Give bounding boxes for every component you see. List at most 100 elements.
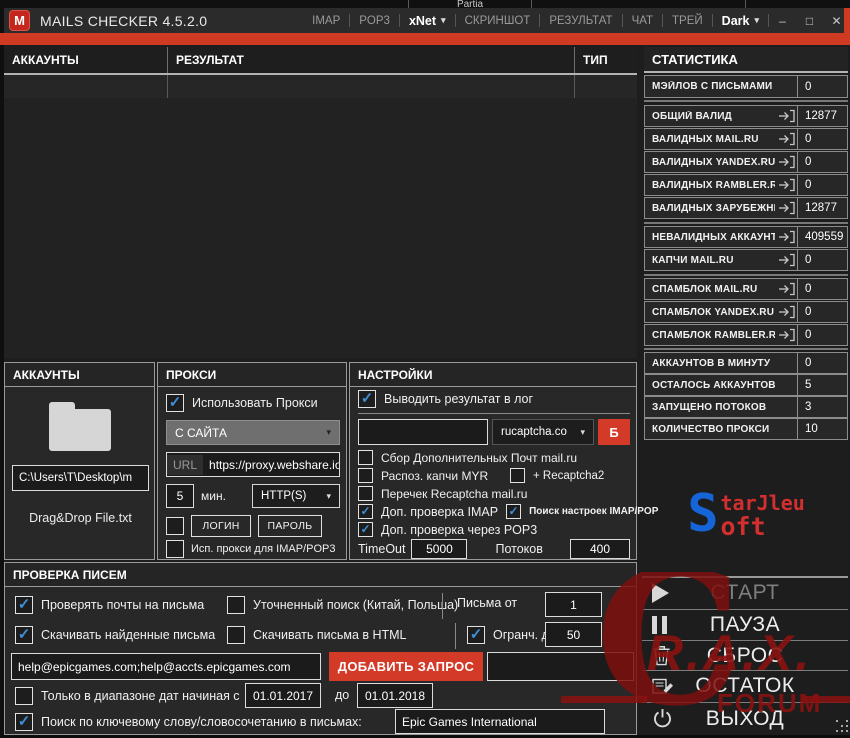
- menu-screenshot[interactable]: СКРИНШОТ: [456, 15, 540, 27]
- log-output-checkbox[interactable]: ✓: [358, 390, 376, 408]
- export-arrow-icon[interactable]: [775, 178, 797, 192]
- imap-check-label: Доп. проверка IMAP: [381, 505, 498, 519]
- use-proxy-checkbox[interactable]: ✓: [166, 394, 184, 412]
- pause-icon: [652, 616, 667, 634]
- column-header-result[interactable]: РЕЗУЛЬТАТ: [168, 47, 575, 73]
- menu-xnet-dropdown[interactable]: xNet ▾: [400, 14, 455, 28]
- remainder-button[interactable]: ОСТАТОК: [642, 671, 848, 701]
- start-button[interactable]: СТАРТ: [642, 578, 848, 608]
- logo-letter-s: S: [687, 492, 718, 536]
- timeout-field[interactable]: [411, 539, 467, 559]
- export-arrow-icon[interactable]: [775, 305, 797, 319]
- menu-imap[interactable]: IMAP: [303, 15, 349, 27]
- theme-selector-dropdown[interactable]: Dark ▾: [713, 14, 768, 28]
- stats-group-separator: [644, 274, 848, 276]
- menu-chat[interactable]: ЧАТ: [623, 15, 662, 27]
- proxy-auth-checkbox[interactable]: ✓: [166, 517, 184, 535]
- proxy-for-imap-label: Исп. прокси для IMAP/POP3: [191, 543, 335, 555]
- stat-row-valid-mailru: ВАЛИДНЫХ MAIL.RU 0: [644, 128, 848, 150]
- menu-result[interactable]: РЕЗУЛЬТАТ: [540, 15, 621, 27]
- export-arrow-icon[interactable]: [775, 201, 797, 215]
- recaptcha2-checkbox[interactable]: ✓: [510, 468, 525, 483]
- letters-from-field[interactable]: [545, 592, 602, 617]
- proxy-for-imap-checkbox[interactable]: ✓: [166, 540, 184, 558]
- keyword-search-checkbox[interactable]: ✓: [15, 713, 33, 731]
- proxy-type-dropdown[interactable]: HTTP(S) ▾: [252, 484, 340, 508]
- export-arrow-icon[interactable]: [775, 253, 797, 267]
- folder-icon[interactable]: [49, 409, 111, 451]
- reset-button[interactable]: СБРОС: [642, 641, 848, 670]
- export-arrow-icon[interactable]: [775, 328, 797, 342]
- export-arrow-icon[interactable]: [775, 282, 797, 296]
- threads-field[interactable]: [570, 539, 630, 559]
- recaptcha-list-checkbox[interactable]: ✓: [358, 486, 373, 501]
- proxy-panel-title: ПРОКСИ: [158, 363, 346, 387]
- captcha-myr-label: Распоз. капчи MYR: [381, 469, 488, 483]
- date-from-field[interactable]: [245, 683, 321, 708]
- pause-button[interactable]: ПАУЗА: [642, 610, 848, 639]
- date-range-checkbox[interactable]: ✓: [15, 687, 33, 705]
- trash-icon: [652, 645, 671, 666]
- pop3-check-label: Доп. проверка через POP3: [381, 523, 537, 537]
- settings-panel: НАСТРОЙКИ ✓ Выводить результат в лог ruc…: [349, 362, 637, 560]
- accent-bar: [0, 33, 850, 45]
- minimize-button[interactable]: –: [769, 8, 796, 33]
- keyword-field[interactable]: [395, 709, 605, 734]
- download-found-label: Скачивать найденные письма: [41, 628, 215, 642]
- exit-button[interactable]: ВЫХОД: [642, 703, 848, 734]
- maximize-button[interactable]: □: [796, 8, 823, 33]
- chevron-down-icon: ▾: [441, 15, 446, 26]
- column-header-accounts[interactable]: АККАУНТЫ: [4, 47, 168, 73]
- stat-row-accounts-left: ОСТАЛОСЬ АККАУНТОВ 5: [644, 374, 848, 396]
- captcha-key-field[interactable]: [358, 419, 488, 445]
- chevron-down-icon: ▾: [326, 427, 331, 438]
- pop3-check-checkbox[interactable]: ✓: [358, 522, 373, 537]
- stats-group-separator: [644, 222, 848, 224]
- menu-pop3[interactable]: POP3: [350, 15, 399, 27]
- extra-query-field[interactable]: [487, 652, 634, 681]
- column-header-type[interactable]: ТИП: [575, 47, 637, 73]
- pop3-limit-field[interactable]: [545, 622, 602, 647]
- proxy-url-field[interactable]: URL https://proxy.webshare.io: [166, 452, 340, 477]
- captcha-service-dropdown[interactable]: rucaptcha.co ▾: [492, 419, 594, 445]
- add-query-button[interactable]: ДОБАВИТЬ ЗАПРОС: [329, 652, 483, 681]
- export-arrow-icon[interactable]: [775, 109, 797, 123]
- query-field[interactable]: [11, 653, 321, 680]
- export-arrow-icon[interactable]: [775, 155, 797, 169]
- login-button[interactable]: ЛОГИН: [191, 515, 251, 537]
- extra-mail-label: Сбор Дополнительных Почт mail.ru: [381, 451, 577, 465]
- url-prefix-label: URL: [167, 455, 203, 475]
- stats-title: СТАТИСТИКА: [644, 47, 848, 73]
- table-row: [4, 75, 637, 99]
- stat-row-captcha-mailru: КАПЧИ MAIL.RU 0: [644, 249, 848, 271]
- file-path-field[interactable]: [12, 465, 149, 491]
- proxy-source-dropdown[interactable]: С САЙТА ▾: [166, 420, 340, 445]
- accounts-panel: АККАУНТЫ Drag&Drop File.txt: [4, 362, 155, 560]
- balance-button[interactable]: Б: [598, 419, 630, 445]
- captcha-myr-checkbox[interactable]: ✓: [358, 468, 373, 483]
- download-found-checkbox[interactable]: ✓: [15, 626, 33, 644]
- imap-check-checkbox[interactable]: ✓: [358, 504, 373, 519]
- accounts-panel-title: АККАУНТЫ: [5, 363, 154, 387]
- interval-unit-label: мин.: [201, 489, 226, 503]
- refined-search-checkbox[interactable]: ✓: [227, 596, 245, 614]
- imap-settings-checkbox[interactable]: ✓: [506, 504, 521, 519]
- background-window-strip: Partia: [0, 0, 850, 8]
- proxy-panel: ПРОКСИ ✓ Использовать Прокси С САЙТА ▾ U…: [157, 362, 347, 560]
- threads-label: Потоков: [495, 542, 542, 556]
- export-arrow-icon[interactable]: [775, 230, 797, 244]
- logo-bottom-text: oft: [721, 514, 805, 539]
- download-html-checkbox[interactable]: ✓: [227, 626, 245, 644]
- stat-row-valid-yandex: ВАЛИДНЫХ YANDEX.RU 0: [644, 151, 848, 173]
- pop3-limit-checkbox[interactable]: ✓: [467, 626, 485, 644]
- check-letters-checkbox[interactable]: ✓: [15, 596, 33, 614]
- password-button[interactable]: ПАРОЛЬ: [258, 515, 322, 537]
- chevron-down-icon: ▾: [754, 15, 759, 26]
- stats-group-separator: [644, 100, 848, 102]
- date-to-field[interactable]: [357, 683, 433, 708]
- menu-tray[interactable]: ТРЕЙ: [663, 15, 712, 27]
- extra-mail-checkbox[interactable]: ✓: [358, 450, 373, 465]
- export-arrow-icon[interactable]: [775, 132, 797, 146]
- proxy-interval-field[interactable]: [166, 484, 194, 508]
- resize-grip[interactable]: [836, 720, 850, 734]
